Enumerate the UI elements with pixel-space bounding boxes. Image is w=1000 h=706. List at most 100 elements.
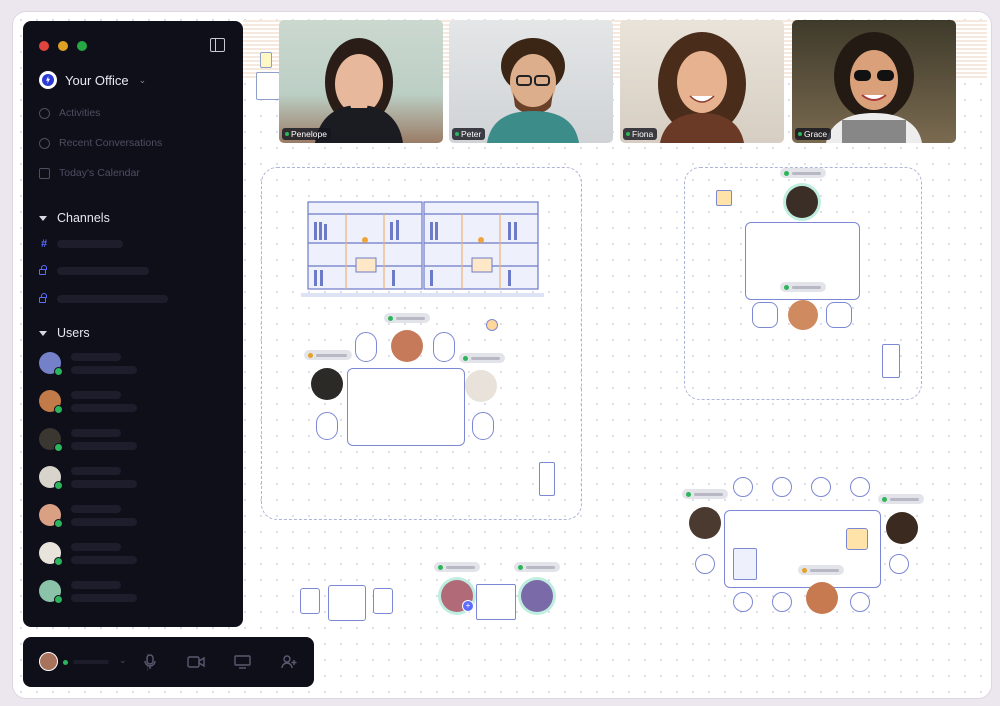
lamp-icon — [846, 528, 868, 550]
user-avatar[interactable] — [391, 330, 423, 362]
add-user-icon[interactable] — [281, 655, 297, 669]
online-status-dot — [54, 443, 63, 452]
user-avatar[interactable] — [788, 300, 818, 330]
channel-name-placeholder — [57, 294, 168, 303]
lock-icon — [39, 265, 47, 275]
nav-item-label: Recent Conversations — [59, 137, 163, 149]
desk-illustration — [256, 52, 280, 100]
user-item[interactable] — [39, 542, 137, 566]
small-table — [476, 584, 516, 620]
user-item[interactable] — [39, 352, 137, 376]
status-placeholder — [73, 660, 109, 664]
chair — [811, 477, 831, 497]
channel-item[interactable] — [39, 265, 149, 275]
user-item[interactable] — [39, 466, 137, 490]
avatar[interactable] — [39, 652, 58, 671]
video-tile-fiona[interactable]: Fiona — [620, 20, 784, 143]
sidebar-toggle-icon[interactable] — [210, 38, 225, 52]
avatar — [39, 466, 63, 490]
user-avatar[interactable] — [786, 186, 818, 218]
lamp-icon — [716, 190, 732, 206]
user-avatar[interactable] — [521, 580, 553, 612]
caret-down-icon — [39, 215, 47, 221]
users-section-header[interactable]: Users — [39, 326, 90, 340]
user-avatar[interactable] — [806, 582, 838, 614]
channel-item[interactable]: # — [39, 238, 123, 250]
online-status-dot — [54, 557, 63, 566]
online-status-dot — [54, 367, 63, 376]
bookshelf-illustration — [301, 201, 544, 297]
participant-name: Grace — [795, 128, 832, 140]
section-title: Users — [57, 326, 90, 340]
video-tile-penelope[interactable]: Penelope — [279, 20, 443, 143]
calendar-icon — [39, 167, 50, 179]
user-tag — [434, 562, 480, 572]
user-item[interactable] — [39, 428, 137, 452]
office-name: Your Office — [65, 72, 129, 88]
user-avatar[interactable] — [311, 368, 343, 400]
user-avatar[interactable] — [886, 512, 918, 544]
office-switcher[interactable]: Your Office ⌄ — [39, 71, 146, 89]
video-tile-grace[interactable]: Grace — [792, 20, 956, 143]
participant-name: Fiona — [623, 128, 658, 140]
chair — [752, 302, 778, 328]
chair — [850, 477, 870, 497]
online-status-dot — [54, 595, 63, 604]
user-avatar[interactable] — [465, 370, 497, 402]
video-tile-peter[interactable]: Peter — [449, 20, 613, 143]
user-avatar[interactable] — [689, 507, 721, 539]
chair — [772, 592, 792, 612]
caret-down-icon — [39, 330, 47, 336]
nav-item-label: Activities — [59, 107, 101, 119]
user-tag — [780, 168, 826, 178]
refresh-icon — [39, 107, 50, 119]
online-status-dot — [54, 519, 63, 528]
online-status-dot — [63, 660, 68, 665]
plus-badge-icon: + — [462, 600, 474, 612]
chair — [355, 332, 377, 362]
user-tag — [384, 313, 430, 323]
maximize-window-button[interactable] — [77, 41, 87, 51]
nav-item-label: Today's Calendar — [59, 167, 140, 179]
chair — [733, 592, 753, 612]
chair — [472, 412, 494, 440]
screen-share-icon[interactable] — [234, 655, 251, 669]
user-tag — [780, 282, 826, 292]
channel-name-placeholder — [57, 266, 149, 275]
minimize-window-button[interactable] — [58, 41, 68, 51]
close-window-button[interactable] — [39, 41, 49, 51]
avatar — [39, 428, 63, 452]
nav-item-recent-conversations[interactable]: Recent Conversations — [39, 137, 162, 149]
user-tag — [682, 489, 728, 499]
chair — [316, 412, 338, 440]
section-title: Channels — [57, 211, 110, 225]
user-item[interactable] — [39, 580, 137, 604]
nav-item-todays-calendar[interactable]: Today's Calendar — [39, 167, 140, 179]
online-status-dot — [54, 481, 63, 490]
sidebar: Your Office ⌄ Activities Recent Conversa… — [23, 21, 243, 627]
chair — [850, 592, 870, 612]
online-status-dot — [54, 405, 63, 414]
user-item[interactable] — [39, 504, 137, 528]
chair — [733, 477, 753, 497]
participant-video — [826, 32, 922, 143]
meeting-table — [347, 368, 465, 446]
nav-item-activities[interactable]: Activities — [39, 107, 100, 119]
channels-section-header[interactable]: Channels — [39, 211, 110, 225]
user-tag — [514, 562, 560, 572]
channel-name-placeholder — [57, 240, 123, 248]
plant-icon — [539, 462, 555, 496]
lock-icon — [39, 293, 47, 303]
chair — [695, 554, 715, 574]
channel-item[interactable] — [39, 293, 168, 303]
armchair — [300, 588, 320, 614]
chevron-down-icon: ⌄ — [138, 74, 147, 85]
hash-icon: # — [40, 238, 48, 250]
user-item[interactable] — [39, 390, 137, 414]
camera-icon[interactable] — [187, 656, 205, 668]
chevron-down-icon[interactable]: ⌄ — [119, 655, 127, 666]
chair — [826, 302, 852, 328]
participant-video — [658, 32, 746, 143]
microphone-icon[interactable] — [143, 654, 157, 670]
side-table — [328, 585, 366, 621]
